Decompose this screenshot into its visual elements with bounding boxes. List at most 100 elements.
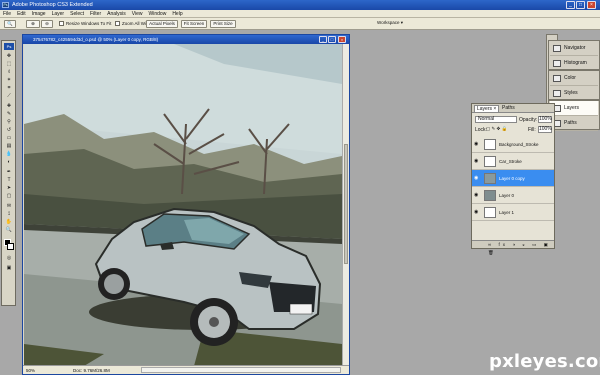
- resize-windows-label: Resize Windows To Fit: [66, 21, 112, 26]
- clone-stamp-tool-icon[interactable]: ⚲: [4, 119, 14, 126]
- document-title-bar[interactable]: 375476782_c425594d3d_o.psd @ 50% (Layer …: [23, 35, 349, 44]
- eye-icon[interactable]: ◉: [474, 176, 480, 181]
- zoom-all-checkbox[interactable]: [115, 21, 120, 26]
- layer-thumbnail: [484, 139, 496, 150]
- zoom-tool-icon[interactable]: 🔍: [4, 20, 16, 28]
- layer-row[interactable]: ◉ Background_Stroke: [472, 136, 554, 153]
- menu-edit[interactable]: Edit: [14, 10, 29, 18]
- layer-thumbnail: [484, 173, 496, 184]
- eye-icon[interactable]: ◉: [474, 159, 480, 164]
- move-tool-icon[interactable]: ✥: [4, 53, 14, 60]
- maximize-button[interactable]: □: [576, 1, 585, 9]
- eye-icon[interactable]: ◉: [474, 193, 480, 198]
- histogram-panel-button[interactable]: Histogram: [550, 56, 598, 71]
- resize-windows-checkbox[interactable]: [59, 21, 64, 26]
- layer-row[interactable]: ◉ Car_Stroke: [472, 153, 554, 170]
- lock-icons[interactable]: ▢ ✎ ✥ 🔒: [486, 126, 507, 132]
- shape-tool-icon[interactable]: ▢: [4, 193, 14, 200]
- path-selection-tool-icon[interactable]: ➤: [4, 185, 14, 192]
- fit-screen-button[interactable]: Fit Screen: [181, 20, 207, 28]
- menu-help[interactable]: Help: [169, 10, 185, 18]
- layers-panel: Layers × Paths Normal Opacity: 100% Lock…: [471, 103, 555, 255]
- color-icon: [553, 75, 561, 82]
- layer-thumbnail: [484, 207, 496, 218]
- vertical-scrollbar[interactable]: [342, 44, 349, 366]
- menu-window[interactable]: Window: [146, 10, 170, 18]
- notes-tool-icon[interactable]: ✉: [4, 203, 14, 210]
- dock-group-color: Color Styles: [548, 70, 600, 101]
- app-title: Adobe Photoshop CS3 Extended: [12, 2, 93, 8]
- paths-panel-button[interactable]: Paths: [550, 116, 598, 131]
- zoom-tool-icon-box[interactable]: 🔍: [4, 227, 14, 234]
- doc-maximize-button[interactable]: □: [328, 36, 336, 43]
- blur-tool-icon[interactable]: 💧: [4, 151, 14, 158]
- menu-select[interactable]: Select: [67, 10, 87, 18]
- horizontal-scrollbar[interactable]: [141, 367, 341, 373]
- photoshop-app-icon: Ps: [2, 2, 9, 8]
- healing-brush-tool-icon[interactable]: ✚: [4, 103, 14, 110]
- layer-row[interactable]: ◉ Layer 1: [472, 204, 554, 221]
- background-color-swatch[interactable]: [7, 243, 14, 250]
- fill-label: Fill:: [528, 127, 536, 133]
- document-status-bar: 50% Doc: 9.76M/26.8M: [23, 365, 349, 374]
- zoom-level[interactable]: 50%: [26, 366, 35, 375]
- type-tool-icon[interactable]: T: [4, 177, 14, 184]
- layer-row-selected[interactable]: ◉ Layer 0 copy: [472, 170, 554, 187]
- blend-mode-select[interactable]: Normal: [475, 116, 517, 123]
- gradient-tool-icon[interactable]: ▤: [4, 143, 14, 150]
- magic-wand-tool-icon[interactable]: ✶: [4, 77, 14, 84]
- doc-close-button[interactable]: ×: [338, 36, 346, 43]
- close-button[interactable]: ×: [587, 1, 596, 9]
- tab-paths[interactable]: Paths: [500, 105, 517, 111]
- actual-pixels-button[interactable]: Actual Pixels: [146, 20, 178, 28]
- title-bar: Ps Adobe Photoshop CS3 Extended _ □ ×: [0, 0, 600, 10]
- menu-image[interactable]: Image: [29, 10, 49, 18]
- brush-tool-icon[interactable]: ✎: [4, 111, 14, 118]
- opacity-label: Opacity:: [519, 117, 538, 123]
- zoom-in-icon[interactable]: ⊕: [26, 20, 40, 28]
- crop-tool-icon[interactable]: ⌗: [4, 85, 14, 92]
- color-panel-button[interactable]: Color: [550, 71, 598, 86]
- workspace-menu[interactable]: Workspace ▾: [372, 20, 408, 28]
- marquee-tool-icon[interactable]: ⬚: [4, 61, 14, 68]
- styles-panel-button[interactable]: Styles: [550, 86, 598, 101]
- eyedropper-tool-icon[interactable]: ⟟: [4, 211, 14, 218]
- document-window: 375476782_c425594d3d_o.psd @ 50% (Layer …: [22, 34, 350, 375]
- menu-filter[interactable]: Filter: [87, 10, 104, 18]
- dodge-tool-icon[interactable]: ◐: [4, 159, 14, 166]
- pen-tool-icon[interactable]: ✒: [4, 169, 14, 176]
- menu-file[interactable]: File: [0, 10, 14, 18]
- print-size-button[interactable]: Print Size: [210, 20, 236, 28]
- zoom-out-icon[interactable]: ⊖: [41, 20, 53, 28]
- menu-analysis[interactable]: Analysis: [104, 10, 129, 18]
- quick-mask-icon[interactable]: ◎: [4, 255, 14, 262]
- layers-panel-tabs: Layers × Paths: [472, 104, 554, 113]
- eye-icon[interactable]: ◉: [474, 210, 480, 215]
- screen-mode-icon[interactable]: ▣: [4, 265, 14, 272]
- tab-layers[interactable]: Layers ×: [474, 105, 500, 113]
- lasso-tool-icon[interactable]: ℓ: [4, 69, 14, 76]
- layers-panel-footer[interactable]: ∞ fx ◑ ◒ ▭ ▣ 🗑: [472, 240, 554, 255]
- fill-input[interactable]: 100%: [538, 126, 552, 133]
- layer-row[interactable]: ◉ Layer 0: [472, 187, 554, 204]
- image-canvas[interactable]: [24, 44, 342, 366]
- menu-view[interactable]: View: [129, 10, 146, 18]
- styles-icon: [553, 90, 561, 97]
- hand-tool-icon[interactable]: ✋: [4, 219, 14, 226]
- scrollbar-thumb[interactable]: [344, 144, 348, 264]
- navigator-panel-button[interactable]: Navigator: [550, 41, 598, 56]
- layer-thumbnail: [484, 156, 496, 167]
- histogram-icon: [553, 60, 561, 67]
- slice-tool-icon[interactable]: ⟋: [4, 93, 14, 100]
- layer-thumbnail: [484, 190, 496, 201]
- eraser-tool-icon[interactable]: ▭: [4, 135, 14, 142]
- history-brush-tool-icon[interactable]: ↺: [4, 127, 14, 134]
- menu-layer[interactable]: Layer: [49, 10, 68, 18]
- minimize-button[interactable]: _: [566, 1, 575, 9]
- doc-minimize-button[interactable]: _: [319, 36, 327, 43]
- eye-icon[interactable]: ◉: [474, 142, 480, 147]
- dock-group-navigator: Navigator Histogram: [548, 40, 600, 71]
- document-title: 375476782_c425594d3d_o.psd @ 50% (Layer …: [33, 37, 159, 42]
- layers-panel-button[interactable]: Layers: [550, 101, 598, 116]
- opacity-input[interactable]: 100%: [538, 116, 552, 123]
